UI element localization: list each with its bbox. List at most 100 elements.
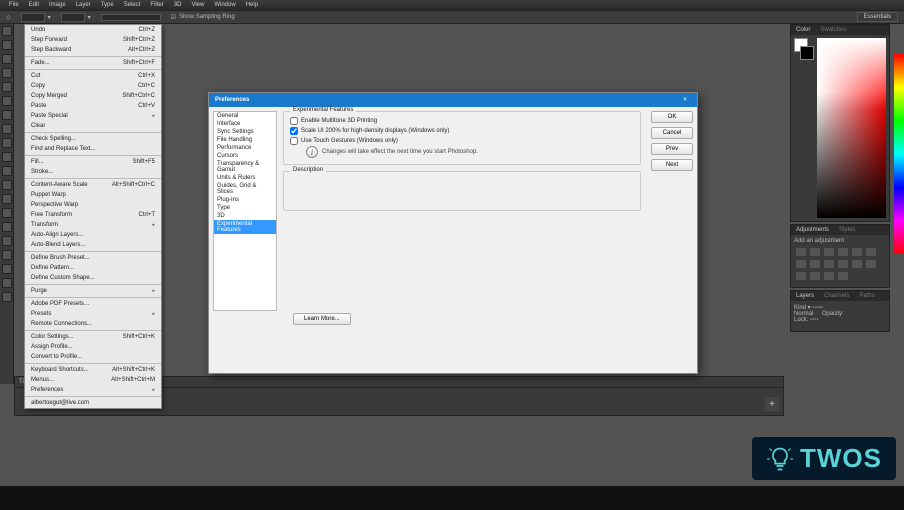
menu-view[interactable]: View: [191, 2, 204, 8]
background-swatch[interactable]: [800, 46, 814, 60]
menu-item[interactable]: Keyboard Shortcuts...Alt+Shift+Ctrl+K: [25, 365, 161, 375]
workspace-switcher[interactable]: Essentials: [857, 12, 898, 22]
tool-path[interactable]: [2, 250, 12, 260]
checkbox-scale-ui-200[interactable]: Scale UI 200% for high-density displays …: [290, 126, 634, 136]
tool-marquee[interactable]: [2, 40, 12, 50]
menu-item[interactable]: Define Pattern...: [25, 263, 161, 273]
show-sampling-ring-checkbox[interactable]: ☑ Show Sampling Ring: [171, 14, 235, 21]
pref-category[interactable]: File Handling: [214, 136, 276, 144]
menu-item[interactable]: Step BackwardAlt+Ctrl+Z: [25, 45, 161, 55]
tool-zoom[interactable]: [2, 292, 12, 302]
pref-category[interactable]: Type: [214, 204, 276, 212]
menu-item[interactable]: CutCtrl+X: [25, 71, 161, 81]
menu-item[interactable]: PasteCtrl+V: [25, 101, 161, 111]
menu-item[interactable]: Content-Aware ScaleAlt+Shift+Ctrl+C: [25, 180, 161, 190]
menu-item[interactable]: Convert to Profile...: [25, 352, 161, 362]
menu-item[interactable]: Step ForwardShift+Ctrl+Z: [25, 35, 161, 45]
adj-invert-icon[interactable]: [852, 260, 862, 268]
pref-category[interactable]: 3D: [214, 212, 276, 220]
tool-crop[interactable]: [2, 82, 12, 92]
pref-category[interactable]: Interface: [214, 120, 276, 128]
adj-gradientmap-icon[interactable]: [810, 272, 820, 280]
adj-selective-icon[interactable]: [824, 272, 834, 280]
color-field[interactable]: [817, 38, 886, 218]
menu-item[interactable]: Remote Connections...: [25, 319, 161, 329]
menu-window[interactable]: Window: [214, 2, 235, 8]
menu-image[interactable]: Image: [49, 2, 66, 8]
menu-item[interactable]: Adobe PDF Presets...: [25, 299, 161, 309]
menu-item[interactable]: Menus...Alt+Shift+Ctrl+M: [25, 375, 161, 385]
tab-channels[interactable]: Channels: [819, 293, 854, 299]
adj-exposure-icon[interactable]: [838, 248, 848, 256]
tool-eraser[interactable]: [2, 166, 12, 176]
menu-item[interactable]: Auto-Blend Layers...: [25, 240, 161, 250]
adj-levels-icon[interactable]: [810, 248, 820, 256]
pref-category[interactable]: Transparency & Gamut: [214, 160, 276, 174]
menu-item[interactable]: Transform: [25, 220, 161, 230]
adj-vibrance-icon[interactable]: [852, 248, 862, 256]
eyedropper-icon[interactable]: ◇: [6, 14, 11, 21]
checkbox-multitone-3d-printing[interactable]: Enable Multitone 3D Printing: [290, 116, 634, 126]
tool-stamp[interactable]: [2, 138, 12, 148]
menu-item[interactable]: Stroke...: [25, 167, 161, 177]
tab-color[interactable]: Color: [791, 27, 815, 33]
tool-wand[interactable]: [2, 68, 12, 78]
adj-mixer-icon[interactable]: [824, 260, 834, 268]
tool-hand[interactable]: [2, 278, 12, 288]
tab-paths[interactable]: Paths: [854, 293, 879, 299]
prev-button[interactable]: Prev: [651, 143, 693, 155]
learn-more-button[interactable]: Learn More...: [293, 313, 351, 325]
adj-posterize-icon[interactable]: [866, 260, 876, 268]
pref-category[interactable]: Units & Rulers: [214, 174, 276, 182]
tool-brush[interactable]: [2, 124, 12, 134]
tab-swatches[interactable]: Swatches: [815, 27, 851, 33]
menu-item[interactable]: Auto-Align Layers...: [25, 230, 161, 240]
tool-move[interactable]: [2, 26, 12, 36]
menu-help[interactable]: Help: [246, 2, 258, 8]
windows-taskbar[interactable]: [0, 486, 904, 510]
menu-item[interactable]: Puppet Warp: [25, 190, 161, 200]
menu-item[interactable]: Fill...Shift+F5: [25, 157, 161, 167]
sample-bar[interactable]: [101, 14, 161, 21]
tool-dodge[interactable]: [2, 208, 12, 218]
add-media-button[interactable]: +: [765, 397, 779, 411]
adj-curves-icon[interactable]: [824, 248, 834, 256]
pref-category[interactable]: Cursors: [214, 152, 276, 160]
tool-blur[interactable]: [2, 194, 12, 204]
dialog-titlebar[interactable]: Preferences ×: [209, 93, 697, 107]
sample-dropdown[interactable]: ▾: [61, 13, 91, 22]
next-button[interactable]: Next: [651, 159, 693, 171]
menu-item[interactable]: Check Spelling...: [25, 134, 161, 144]
menu-item[interactable]: Define Brush Preset...: [25, 253, 161, 263]
ok-button[interactable]: OK: [651, 111, 693, 123]
adj-more-icon[interactable]: [838, 272, 848, 280]
menu-3d[interactable]: 3D: [174, 2, 182, 8]
menu-file[interactable]: File: [9, 2, 19, 8]
menu-item[interactable]: Define Custom Shape...: [25, 273, 161, 283]
tool-heal[interactable]: [2, 110, 12, 120]
tab-layers[interactable]: Layers: [791, 293, 819, 299]
menu-item[interactable]: Color Settings...Shift+Ctrl+K: [25, 332, 161, 342]
menu-item[interactable]: UndoCtrl+Z: [25, 25, 161, 35]
pref-category[interactable]: Plug-Ins: [214, 196, 276, 204]
menu-item[interactable]: Fade...Shift+Ctrl+F: [25, 58, 161, 68]
pref-category[interactable]: Sync Settings: [214, 128, 276, 136]
hue-slider[interactable]: [894, 54, 904, 254]
checkbox-touch-gestures[interactable]: Use Touch Gestures (Windows only): [290, 136, 634, 146]
menu-item[interactable]: Clear: [25, 121, 161, 131]
tab-adjustments[interactable]: Adjustments: [791, 227, 834, 233]
pref-category[interactable]: General: [214, 112, 276, 120]
menu-item[interactable]: CopyCtrl+C: [25, 81, 161, 91]
menu-item[interactable]: Assign Profile...: [25, 342, 161, 352]
tool-eyedropper[interactable]: [2, 96, 12, 106]
adj-brightness-icon[interactable]: [796, 248, 806, 256]
menu-type[interactable]: Type: [101, 2, 114, 8]
tool-shape[interactable]: [2, 264, 12, 274]
menu-item[interactable]: Free TransformCtrl+T: [25, 210, 161, 220]
menu-item[interactable]: Purge: [25, 286, 161, 296]
menu-select[interactable]: Select: [124, 2, 141, 8]
adj-lookup-icon[interactable]: [838, 260, 848, 268]
menu-item[interactable]: Find and Replace Text...: [25, 144, 161, 154]
menu-filter[interactable]: Filter: [150, 2, 163, 8]
tool-lasso[interactable]: [2, 54, 12, 64]
